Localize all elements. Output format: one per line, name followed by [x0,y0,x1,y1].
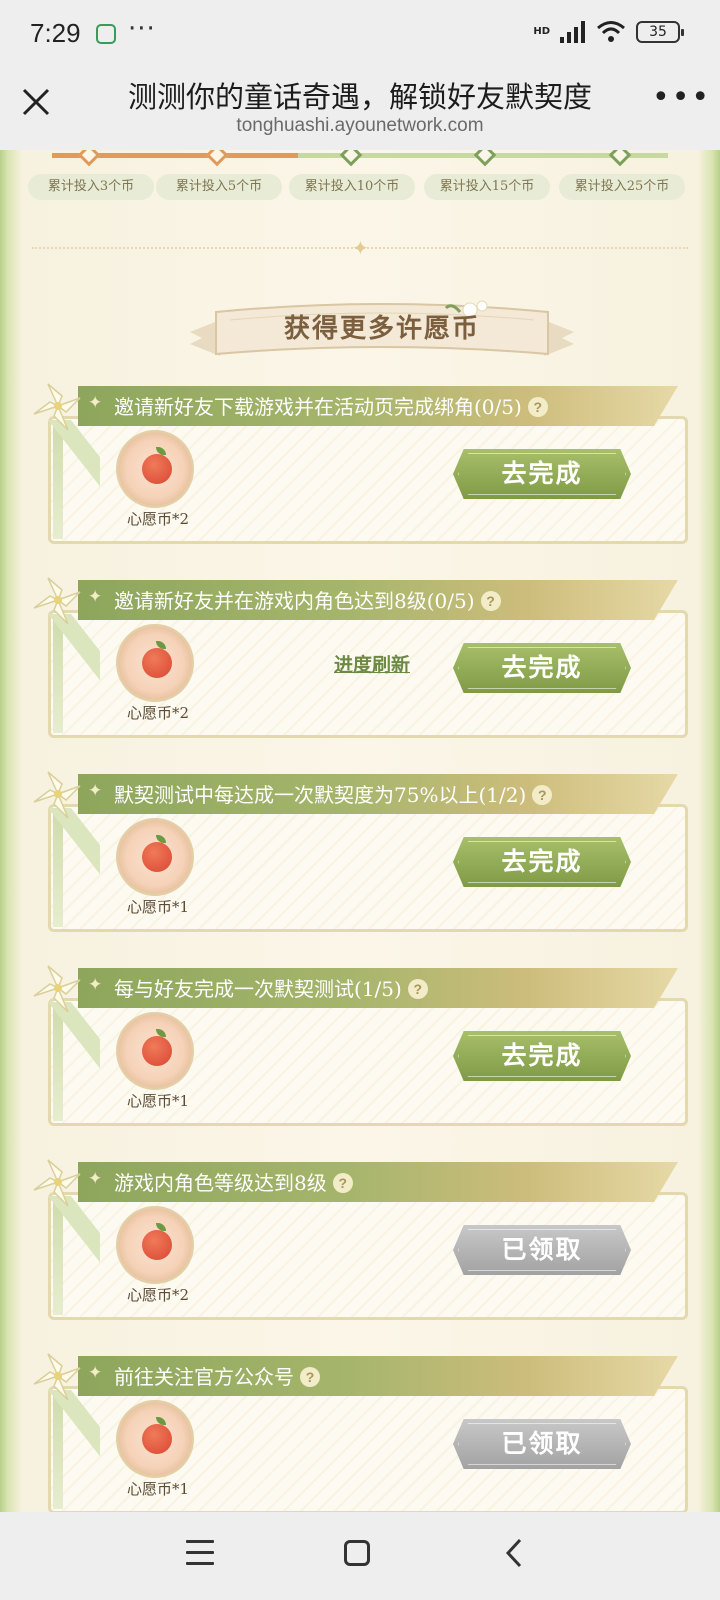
go-complete-button[interactable]: 去完成 [453,643,631,693]
coin-icon [116,430,194,508]
go-complete-button[interactable]: 去完成 [453,1031,631,1081]
card-stripe [40,420,100,540]
task-title: 默契测试中每达成一次默契度为75%以上(1/2) [114,783,527,807]
task-title: 前往关注官方公众号 [114,1365,294,1389]
back-icon[interactable] [500,1536,530,1570]
claimed-button[interactable]: 已领取 [453,1419,631,1469]
task-card: ✦ 前往关注官方公众号? 心愿币*1 已领取 [28,1353,692,1512]
task-title-row: 游戏内角色等级达到8级? [114,1167,353,1196]
go-complete-button[interactable]: 去完成 [453,837,631,887]
reward-label: 心愿币*1 [126,1092,190,1110]
reward-label: 心愿币*2 [126,704,190,722]
task-title: 游戏内角色等级达到8级 [114,1171,327,1195]
sparkle-icon: ✦ [352,236,369,260]
coin-icon [116,1400,194,1478]
battery-icon: 35 [636,21,684,43]
card-stripe [40,614,100,734]
task-title: 邀请新好友并在游戏内角色达到8级(0/5) [114,589,475,613]
go-complete-button[interactable]: 去完成 [453,449,631,499]
sparkle-icon: ✦ [88,975,103,995]
question-icon[interactable]: ? [480,591,501,611]
progress-node [339,150,363,167]
claimed-button[interactable]: 已领取 [453,1225,631,1275]
task-title-row: 每与好友完成一次默契测试(1/5)? [114,973,428,1002]
lily-flower-icon [33,1159,81,1207]
card-stripe [40,1390,100,1510]
sparkle-icon: ✦ [88,781,103,801]
more-icon[interactable]: ••• [652,83,709,120]
task-card: ✦ 邀请新好友并在游戏内角色达到8级(0/5)? 心愿币*2 进度刷新 去完成 [28,577,692,740]
tier-label: 累计投入25个币 [559,174,685,200]
lily-flower-icon [33,577,81,625]
card-stripe [40,808,100,928]
hd-label: HD [533,26,550,37]
task-card: ✦ 游戏内角色等级达到8级? 心愿币*2 已领取 [28,1159,692,1322]
card-stripe [40,1196,100,1316]
task-card: ✦ 邀请新好友下载游戏并在活动页完成绑角(0/5)? 心愿币*2 去完成 [28,383,692,546]
lily-flower-icon [33,1353,81,1401]
browser-header: 测测你的童话奇遇，解锁好友默契度 tonghuashi.ayounetwork.… [0,66,720,150]
signal-icon [560,21,585,43]
progress-node [205,150,229,167]
page-title: 测测你的童话奇遇，解锁好友默契度 [127,80,592,114]
tier-label: 累计投入3个币 [28,174,154,200]
menu-icon[interactable] [186,1540,214,1566]
task-title-row: 邀请新好友并在游戏内角色达到8级(0/5)? [114,585,501,614]
task-card: ✦ 每与好友完成一次默契测试(1/5)? 心愿币*1 去完成 [28,965,692,1128]
progress-node [608,150,632,167]
progress-node [473,150,497,167]
sparkle-icon: ✦ [88,1169,103,1189]
reward-label: 心愿币*2 [126,1286,190,1304]
lily-flower-icon [33,383,81,431]
task-title-row: 邀请新好友下载游戏并在活动页完成绑角(0/5)? [114,391,548,420]
page-content: 累计投入3个币 累计投入5个币 累计投入10个币 累计投入15个币 累计投入25… [0,150,720,1512]
lily-flower-icon [33,965,81,1013]
reward-label: 心愿币*2 [126,510,190,528]
home-icon[interactable] [344,1540,370,1566]
sparkle-icon: ✦ [88,1363,103,1383]
task-title: 邀请新好友下载游戏并在活动页完成绑角(0/5) [114,395,522,419]
question-icon[interactable]: ? [527,397,548,417]
status-bar: 7:29 ··· HD 35 [0,0,720,66]
refresh-progress-link[interactable]: 进度刷新 [334,650,410,677]
status-time: 7:29 [30,18,81,48]
question-icon[interactable]: ? [532,785,553,805]
app-notification-icon [96,24,116,44]
tier-label: 累计投入10个币 [289,174,415,200]
status-dots: ··· [128,14,156,44]
task-title-row: 前往关注官方公众号? [114,1361,320,1390]
question-icon[interactable]: ? [300,1367,320,1387]
reward-label: 心愿币*1 [126,1480,190,1498]
sparkle-icon: ✦ [88,393,103,413]
progress-node [77,150,101,167]
question-icon[interactable]: ? [332,1173,353,1193]
tier-label: 累计投入15个币 [424,174,550,200]
task-card: ✦ 默契测试中每达成一次默契度为75%以上(1/2)? 心愿币*1 去完成 [28,771,692,934]
task-title-row: 默契测试中每达成一次默契度为75%以上(1/2)? [114,779,553,808]
card-stripe [40,1002,100,1122]
coin-icon [116,624,194,702]
coin-icon [116,1206,194,1284]
section-title: 获得更多许愿币 [283,314,480,344]
lily-flower-icon [33,771,81,819]
coin-icon [116,1012,194,1090]
close-icon[interactable] [18,84,54,120]
task-title: 每与好友完成一次默契测试(1/5) [114,977,402,1001]
wifi-icon [597,21,625,42]
reward-label: 心愿币*1 [126,898,190,916]
coin-icon [116,818,194,896]
status-right: HD 35 [533,20,684,44]
system-nav-bar [0,1512,720,1600]
section-ribbon: 获得更多许愿币 [190,298,574,370]
page-url: tonghuashi.ayounetwork.com [236,115,484,136]
sparkle-icon: ✦ [88,587,103,607]
tier-label: 累计投入5个币 [156,174,282,200]
question-icon[interactable]: ? [407,979,428,999]
